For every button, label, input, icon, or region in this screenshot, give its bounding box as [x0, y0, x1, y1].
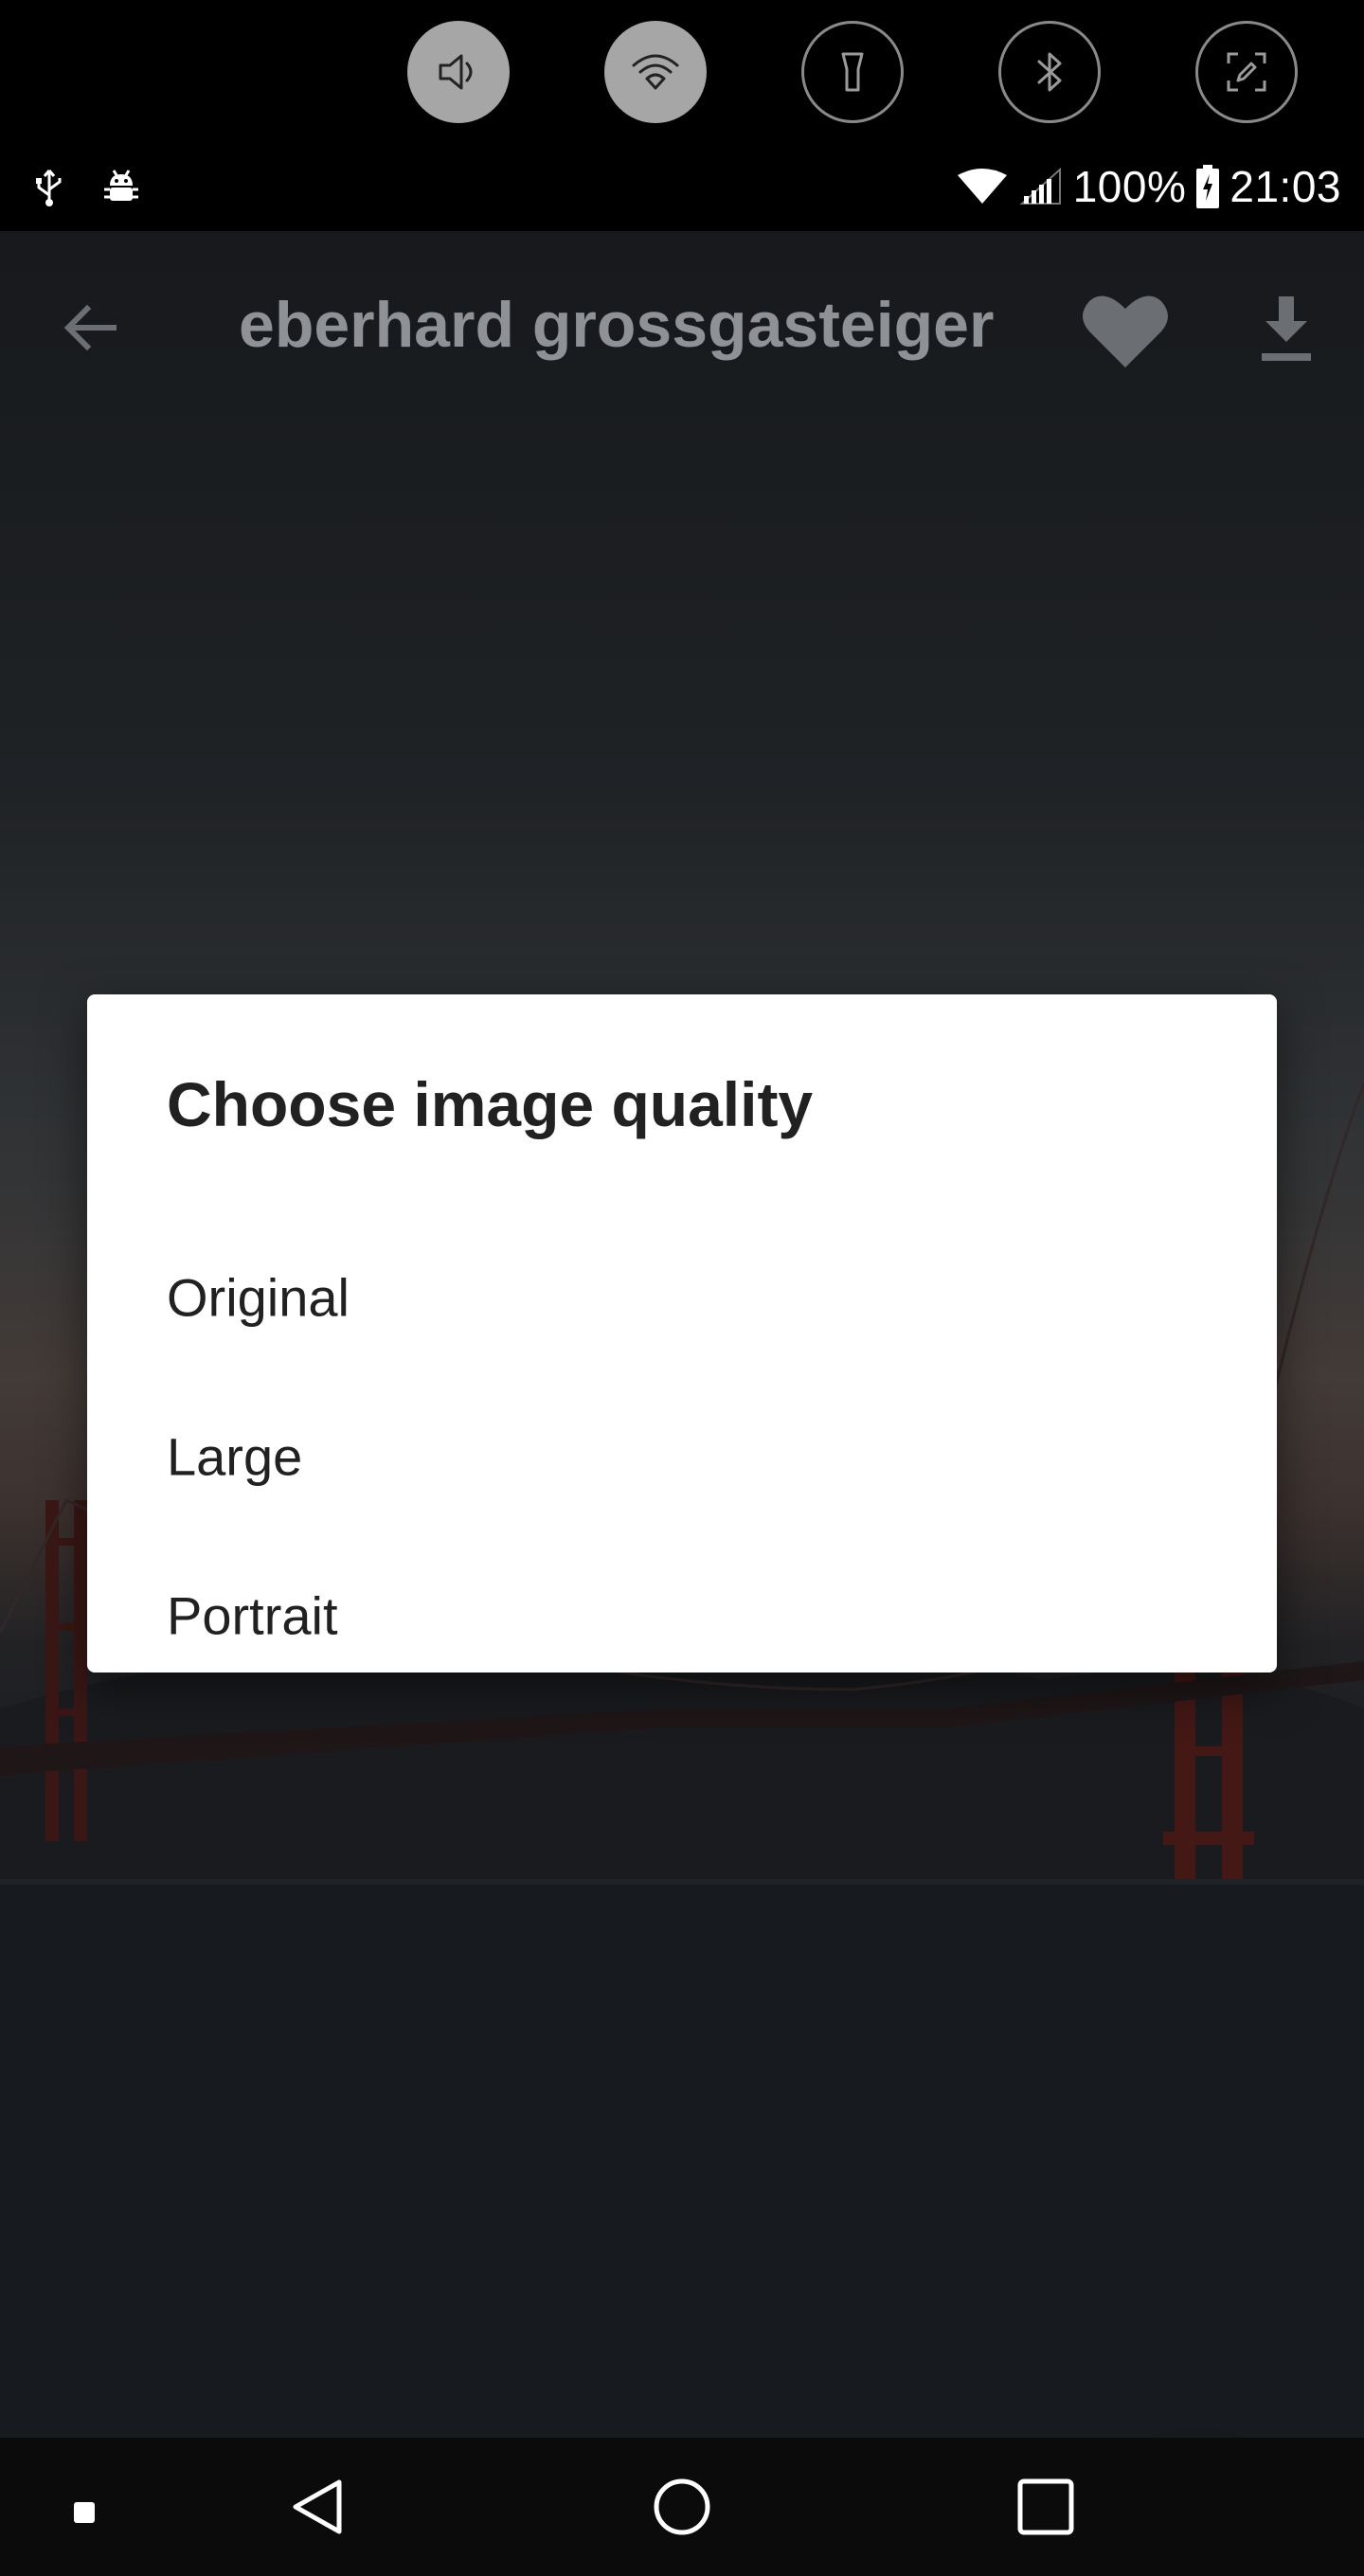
- usb-icon: [28, 167, 70, 208]
- wifi-toggle[interactable]: [604, 21, 707, 123]
- sound-toggle[interactable]: [407, 21, 510, 123]
- favorite-button[interactable]: [1076, 280, 1175, 379]
- flashlight-icon: [841, 52, 864, 92]
- navigation-bar: [0, 2438, 1364, 2576]
- phone-screen: 100% 21:03 eberhard grossgasteiger Choos…: [0, 0, 1364, 2576]
- quality-option-large[interactable]: Large: [87, 1377, 1277, 1536]
- download-icon: [1262, 296, 1311, 361]
- sound-icon: [439, 54, 473, 90]
- nav-recents-button[interactable]: [998, 2460, 1093, 2554]
- photographer-name: eberhard grossgasteiger: [239, 289, 995, 361]
- battery-charging-icon: [1196, 165, 1220, 208]
- status-bar: 100% 21:03: [0, 142, 1364, 231]
- screen-edit-toggle[interactable]: [1195, 21, 1298, 123]
- heart-icon: [1083, 295, 1168, 367]
- image-quality-dialog: Choose image quality Original Large Port…: [87, 994, 1277, 1673]
- clock: 21:03: [1229, 162, 1341, 211]
- wifi-signal-icon: [957, 169, 1007, 204]
- option-label: Large: [167, 1426, 303, 1487]
- nav-home-button[interactable]: [635, 2460, 729, 2554]
- battery-percent: 100%: [1072, 162, 1187, 211]
- back-button[interactable]: [53, 290, 129, 366]
- status-right-group: 100% 21:03: [956, 159, 1341, 214]
- quick-settings-row: [0, 0, 1364, 142]
- screen-edit-icon: [1227, 52, 1266, 92]
- option-label: Portrait: [167, 1585, 338, 1646]
- recents-square-icon: [1017, 2478, 1074, 2535]
- nav-back-button[interactable]: [271, 2460, 366, 2554]
- quality-option-portrait[interactable]: Portrait: [87, 1536, 1277, 1695]
- nav-indicator-dot: [74, 2502, 95, 2523]
- flashlight-toggle[interactable]: [801, 21, 904, 123]
- toolbar: eberhard grossgasteiger: [0, 231, 1364, 420]
- arrow-back-icon: [63, 304, 117, 351]
- dialog-title: Choose image quality: [167, 1069, 814, 1139]
- bluetooth-toggle[interactable]: [998, 21, 1101, 123]
- option-label: Original: [167, 1267, 350, 1328]
- wifi-icon: [632, 54, 679, 90]
- home-circle-icon: [654, 2478, 710, 2535]
- quality-option-original[interactable]: Original: [87, 1218, 1277, 1377]
- download-button[interactable]: [1247, 290, 1326, 369]
- android-debug-icon: [100, 167, 142, 208]
- bluetooth-icon: [1037, 52, 1062, 92]
- back-triangle-icon: [293, 2479, 342, 2534]
- cell-signal-icon: [1019, 168, 1061, 205]
